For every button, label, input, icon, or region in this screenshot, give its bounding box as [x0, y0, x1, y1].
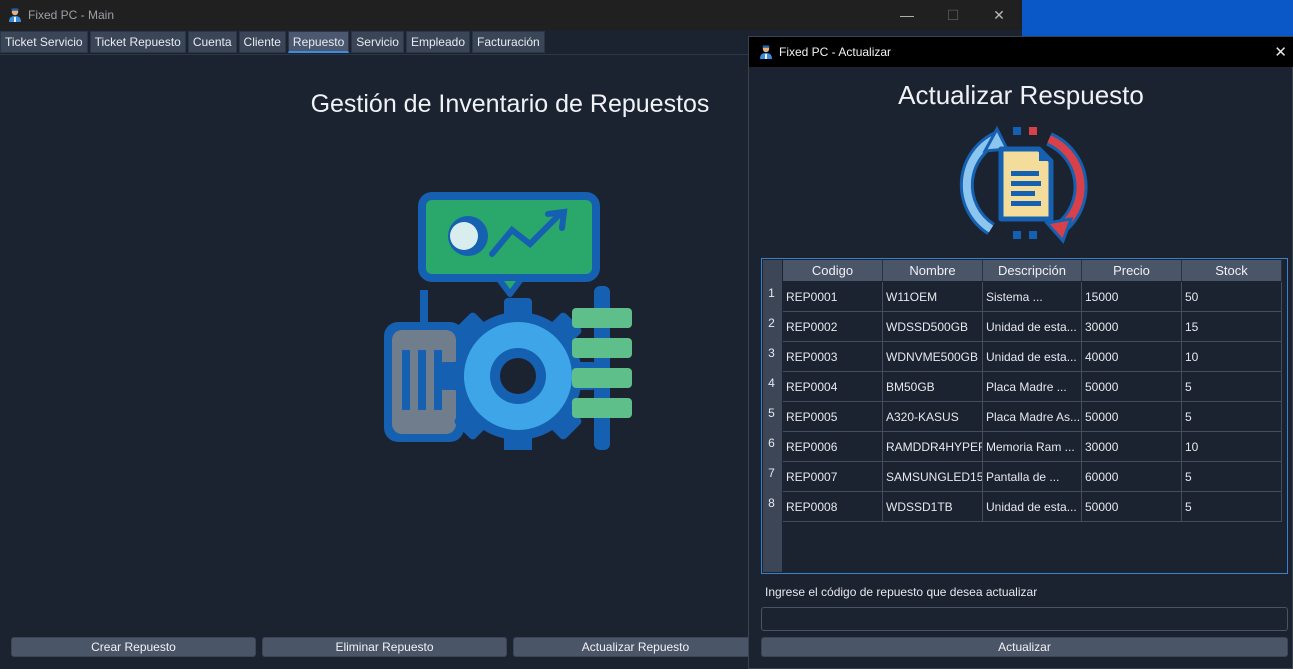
dialog-titlebar[interactable]: Fixed PC - Actualizar ✕	[749, 37, 1293, 67]
table-cell[interactable]: REP0003	[783, 342, 883, 372]
table-cell[interactable]: 30000	[1082, 312, 1182, 342]
table-cell[interactable]: Sistema ...	[983, 282, 1082, 312]
dialog-heading: Actualizar Respuesto	[898, 80, 1144, 110]
maximize-button[interactable]: ☐	[930, 0, 976, 30]
table-body: REP0001 W11OEM Sistema ... 15000 50 REP0…	[783, 282, 1282, 522]
table-cell[interactable]: 15000	[1082, 282, 1182, 312]
tab-empleado[interactable]: Empleado	[405, 31, 471, 53]
update-dialog: Fixed PC - Actualizar ✕ Actualizar Respu…	[748, 36, 1293, 669]
user-tech-icon	[9, 8, 21, 22]
update-part-button[interactable]: Actualizar Repuesto	[513, 637, 758, 657]
create-part-button[interactable]: Crear Repuesto	[11, 637, 256, 657]
row-number[interactable]: 3	[762, 342, 781, 371]
user-tech-icon	[760, 45, 772, 59]
code-prompt-label: Ingrese el código de repuesto que desea …	[765, 585, 1038, 599]
row-number[interactable]: 5	[762, 402, 781, 431]
main-window-title: Fixed PC - Main	[28, 8, 115, 22]
table-cell[interactable]: 50000	[1082, 402, 1182, 432]
table-row[interactable]: REP0002 WDSSD500GB Unidad de esta... 300…	[783, 312, 1282, 342]
inventory-gears-icon	[384, 192, 632, 450]
table-cell[interactable]: Placa Madre ...	[983, 372, 1082, 402]
table-cell[interactable]: 5	[1182, 462, 1282, 492]
table-cell[interactable]: 15	[1182, 312, 1282, 342]
dialog-close-button[interactable]: ✕	[1274, 43, 1287, 61]
minimize-button[interactable]: —	[884, 0, 930, 30]
table-row[interactable]: REP0004 BM50GB Placa Madre ... 50000 5	[783, 372, 1282, 402]
table-cell[interactable]: 30000	[1082, 432, 1182, 462]
tab-cuenta[interactable]: Cuenta	[187, 31, 237, 53]
table-cell[interactable]: WDSSD1TB	[883, 492, 983, 522]
tab-cliente[interactable]: Cliente	[238, 31, 286, 53]
table-row[interactable]: REP0003 WDNVME500GB Unidad de esta... 40…	[783, 342, 1282, 372]
table-cell[interactable]: 10	[1182, 342, 1282, 372]
column-header-descripcion[interactable]: Descripción	[983, 260, 1082, 281]
column-header-precio[interactable]: Precio	[1082, 260, 1182, 281]
row-number[interactable]: 8	[762, 492, 781, 521]
table-cell[interactable]: Pantalla de ...	[983, 462, 1082, 492]
main-titlebar[interactable]: Fixed PC - Main — ☐ ✕	[0, 0, 1022, 30]
column-header-stock[interactable]: Stock	[1182, 260, 1282, 281]
tab-facturacion[interactable]: Facturación	[472, 31, 545, 53]
table-cell[interactable]: Placa Madre As...	[983, 402, 1082, 432]
table-cell[interactable]: Unidad de esta...	[983, 312, 1082, 342]
tab-repuesto[interactable]: Repuesto	[287, 31, 350, 53]
desktop-background	[1022, 0, 1293, 40]
column-header-nombre[interactable]: Nombre	[883, 260, 983, 281]
table-header: Codigo Nombre Descripción Precio Stock	[783, 260, 1282, 281]
table-cell[interactable]: 50	[1182, 282, 1282, 312]
tab-ticket-repuesto[interactable]: Ticket Repuesto	[89, 31, 186, 53]
table-cell[interactable]: Unidad de esta...	[983, 342, 1082, 372]
table-row[interactable]: REP0008 WDSSD1TB Unidad de esta... 50000…	[783, 492, 1282, 522]
row-number[interactable]: 6	[762, 432, 781, 461]
document-refresh-icon	[959, 125, 1088, 244]
table-cell[interactable]: REP0005	[783, 402, 883, 432]
column-header-codigo[interactable]: Codigo	[783, 260, 883, 281]
row-number[interactable]: 1	[762, 282, 781, 311]
table-cell[interactable]: REP0001	[783, 282, 883, 312]
table-cell[interactable]: WDSSD500GB	[883, 312, 983, 342]
table-cell[interactable]: 50000	[1082, 372, 1182, 402]
table-cell[interactable]: 10	[1182, 432, 1282, 462]
table-row[interactable]: REP0005 A320-KASUS Placa Madre As... 500…	[783, 402, 1282, 432]
tab-servicio[interactable]: Servicio	[351, 31, 404, 53]
table-cell[interactable]: 50000	[1082, 492, 1182, 522]
table-row[interactable]: REP0006 RAMDDR4HYPER Memoria Ram ... 300…	[783, 432, 1282, 462]
table-cell[interactable]: 60000	[1082, 462, 1182, 492]
table-cell[interactable]: REP0008	[783, 492, 883, 522]
table-cell[interactable]: BM50GB	[883, 372, 983, 402]
row-number[interactable]: 7	[762, 462, 781, 491]
row-number[interactable]: 2	[762, 312, 781, 341]
row-number[interactable]: 4	[762, 372, 781, 401]
close-button[interactable]: ✕	[976, 0, 1022, 30]
table-row[interactable]: REP0001 W11OEM Sistema ... 15000 50	[783, 282, 1282, 312]
delete-part-button[interactable]: Eliminar Repuesto	[262, 637, 507, 657]
table-row[interactable]: REP0007 SAMSUNGLED15 Pantalla de ... 600…	[783, 462, 1282, 492]
table-cell[interactable]: REP0004	[783, 372, 883, 402]
table-cell[interactable]: A320-KASUS	[883, 402, 983, 432]
table-cell[interactable]: 40000	[1082, 342, 1182, 372]
table-cell[interactable]: Unidad de esta...	[983, 492, 1082, 522]
table-cell[interactable]: SAMSUNGLED15	[883, 462, 983, 492]
table-cell[interactable]: W11OEM	[883, 282, 983, 312]
update-button[interactable]: Actualizar	[761, 637, 1288, 657]
parts-table[interactable]: Codigo Nombre Descripción Precio Stock 1…	[761, 258, 1288, 574]
table-cell[interactable]: REP0006	[783, 432, 883, 462]
table-cell[interactable]: 5	[1182, 402, 1282, 432]
tab-ticket-servicio[interactable]: Ticket Servicio	[0, 31, 88, 53]
table-cell[interactable]: REP0007	[783, 462, 883, 492]
table-cell[interactable]: REP0002	[783, 312, 883, 342]
table-cell[interactable]: Memoria Ram ...	[983, 432, 1082, 462]
table-corner	[763, 260, 782, 281]
table-cell[interactable]: 5	[1182, 372, 1282, 402]
table-cell[interactable]: RAMDDR4HYPER	[883, 432, 983, 462]
dialog-title: Fixed PC - Actualizar	[779, 45, 892, 59]
table-cell[interactable]: 5	[1182, 492, 1282, 522]
part-code-input[interactable]	[761, 607, 1288, 631]
table-cell[interactable]: WDNVME500GB	[883, 342, 983, 372]
main-tab-bar: Ticket Servicio Ticket Repuesto Cuenta C…	[0, 31, 547, 55]
